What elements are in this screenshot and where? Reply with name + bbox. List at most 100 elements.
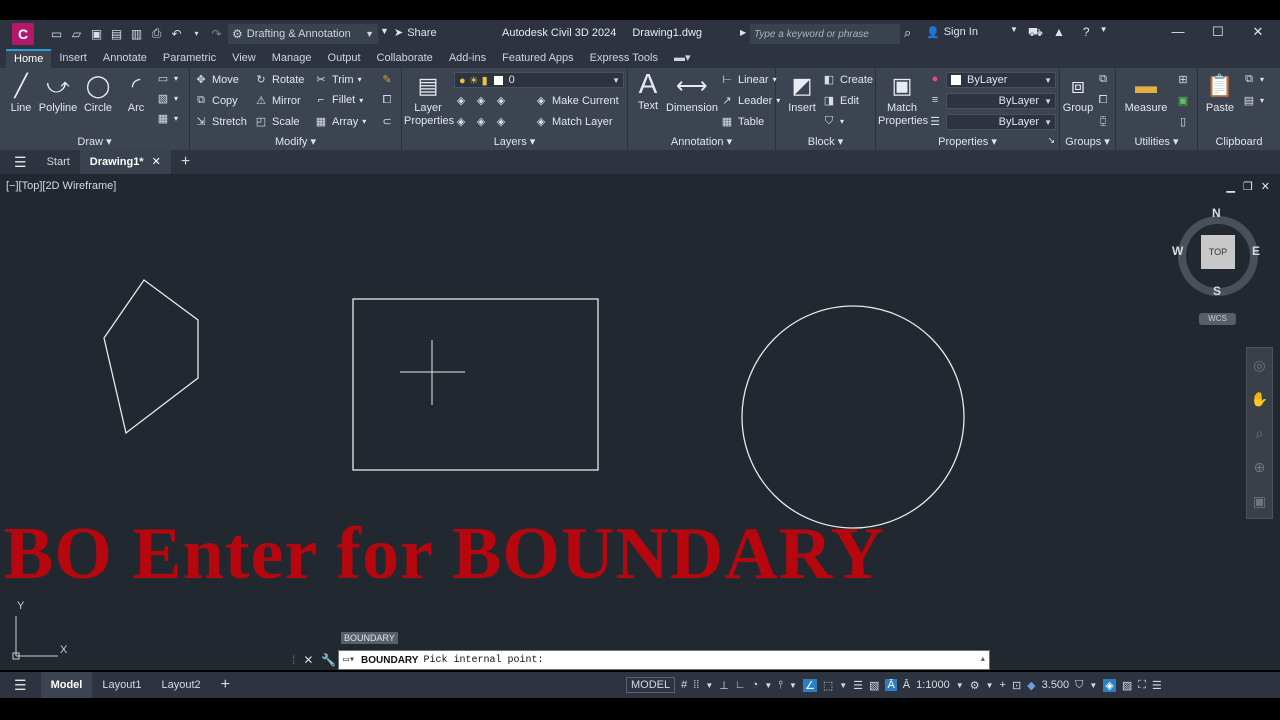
copy-button[interactable]: ⧉ Copy: [194, 94, 238, 107]
text-button[interactable]: A Text: [632, 70, 664, 113]
infer-constraints-icon[interactable]: ⊥: [719, 679, 729, 692]
undo-icon[interactable]: ↶: [168, 25, 185, 42]
linetype-dropdown[interactable]: ByLayer ▼: [946, 114, 1056, 130]
menu-icon[interactable]: ☰: [0, 677, 41, 694]
chevron-down-icon[interactable]: ▼: [1100, 25, 1108, 41]
table-button[interactable]: ▦ Table: [720, 115, 765, 129]
chevron-down-icon[interactable]: ▼: [1089, 681, 1097, 690]
save-as-icon[interactable]: ▤: [108, 25, 125, 42]
model-space-toggle[interactable]: MODEL: [626, 677, 676, 693]
transparency-icon[interactable]: ▧: [869, 679, 879, 692]
make-current-button[interactable]: ◈ Make Current: [534, 94, 619, 108]
gradient-button[interactable]: ▦ ▾: [156, 112, 178, 125]
copy-clip-icon[interactable]: ▤ ▾: [1242, 94, 1264, 107]
tab-annotate[interactable]: Annotate: [95, 49, 155, 68]
polar-icon[interactable]: ◔: [752, 679, 759, 691]
arc-button[interactable]: ◜ Arc: [118, 72, 154, 115]
ortho-icon[interactable]: ∟: [735, 679, 746, 691]
erase-button[interactable]: ✎: [380, 73, 394, 86]
tab-parametric[interactable]: Parametric: [155, 49, 224, 68]
draw-panel-title[interactable]: Draw ▾: [0, 135, 189, 148]
recent-commands-icon[interactable]: ▭▾: [343, 654, 355, 666]
tab-manage[interactable]: Manage: [264, 49, 320, 68]
leader-button[interactable]: ↗ Leader ▾: [720, 94, 780, 108]
group-select-icon[interactable]: ⧮: [1096, 115, 1110, 128]
tab-featured-apps[interactable]: Featured Apps: [494, 49, 582, 68]
command-input[interactable]: ▭▾ BOUNDARY Pick internal point: ▲: [338, 650, 990, 670]
ribbon-toggle-icon[interactable]: ▬▾: [674, 49, 691, 68]
units-icon[interactable]: ⊡: [1012, 679, 1021, 692]
ungroup-icon[interactable]: ⧉: [1096, 73, 1110, 86]
tab-collaborate[interactable]: Collaborate: [369, 49, 441, 68]
color-dropdown[interactable]: ByLayer ▼: [946, 72, 1056, 88]
minimize-icon[interactable]: —: [1170, 24, 1186, 40]
steering-wheel-icon[interactable]: ◎: [1253, 357, 1265, 374]
paste-button[interactable]: 📋 Paste: [1202, 72, 1238, 115]
print-icon[interactable]: ⎙: [148, 25, 165, 42]
tab-home[interactable]: Home: [6, 49, 52, 68]
array-button[interactable]: ▦ Array ▾: [314, 115, 367, 129]
customize-icon[interactable]: ☰: [1152, 679, 1162, 692]
fillet-button[interactable]: ⌐ Fillet ▾: [314, 94, 363, 106]
trim-button[interactable]: ✂ Trim ▾: [314, 73, 361, 87]
match-layer-button[interactable]: ◈ Match Layer: [534, 115, 613, 129]
layer-unlock-icon[interactable]: ◈: [474, 115, 488, 128]
layer-properties-button[interactable]: ▤ Layer Properties: [404, 72, 454, 128]
app-menu-button[interactable]: C: [12, 23, 34, 45]
circle-button[interactable]: ◯ Circle: [80, 72, 116, 115]
measure-button[interactable]: ▬ Measure: [1122, 72, 1170, 115]
grid-icon[interactable]: #: [681, 679, 687, 691]
showmotion-icon[interactable]: ▣: [1253, 493, 1266, 510]
search-icon[interactable]: ⌕: [904, 25, 911, 41]
cut-icon[interactable]: ⧉ ▾: [1242, 73, 1264, 86]
chevron-down-icon[interactable]: ▼: [839, 681, 847, 690]
help-icon[interactable]: ?: [1083, 25, 1090, 41]
tab-output[interactable]: Output: [320, 49, 369, 68]
annotation-scale[interactable]: 1:1000: [916, 679, 950, 691]
isodraft-icon[interactable]: ⫯: [778, 679, 783, 692]
layer-cube-icon[interactable]: ◆: [1027, 679, 1035, 692]
add-layout-button[interactable]: +: [211, 672, 240, 698]
lineweight-dropdown[interactable]: ByLayer ▼: [946, 93, 1056, 109]
layers-panel-title[interactable]: Layers ▾: [402, 135, 627, 148]
tab-drawing1[interactable]: Drawing1* ✕: [79, 150, 171, 174]
annotation-visibility-icon[interactable]: Ā: [885, 679, 897, 691]
groups-panel-title[interactable]: Groups ▾: [1060, 135, 1115, 148]
menu-icon[interactable]: ☰: [14, 154, 27, 171]
mirror-button[interactable]: ⚠ Mirror: [254, 94, 301, 108]
hardware-acceleration-icon[interactable]: ▨: [1122, 679, 1132, 692]
line-button[interactable]: ╱ Line: [4, 72, 38, 115]
layer-off-icon[interactable]: ◈: [454, 94, 468, 107]
add-icon[interactable]: +: [1000, 679, 1006, 691]
polyline-button[interactable]: ⤻ Polyline: [38, 72, 78, 115]
compass-west[interactable]: W: [1172, 244, 1183, 258]
export-icon[interactable]: ▥: [128, 25, 145, 42]
compass-north[interactable]: N: [1212, 206, 1221, 220]
close-icon[interactable]: ✕: [152, 150, 161, 174]
open-file-icon[interactable]: ▱: [68, 25, 85, 42]
compass-south[interactable]: S: [1213, 284, 1221, 298]
layer-dropdown[interactable]: ● ☀ ▮ 0 ▼: [454, 72, 624, 88]
tab-layout1[interactable]: Layout1: [92, 672, 151, 698]
tab-insert[interactable]: Insert: [51, 49, 95, 68]
layer-lock-icon[interactable]: ◈: [454, 115, 468, 128]
layer-on-icon[interactable]: ◈: [494, 115, 508, 128]
stretch-button[interactable]: ⇲ Stretch: [194, 115, 246, 129]
object-snap-icon[interactable]: ⬚: [823, 679, 833, 692]
rectangle-button[interactable]: ▭ ▾: [156, 72, 178, 85]
auto-scale-icon[interactable]: Ā: [903, 679, 910, 691]
linear-button[interactable]: ⊢ Linear ▾: [720, 73, 776, 87]
id-point-icon[interactable]: ▣: [1176, 94, 1190, 107]
save-icon[interactable]: ▣: [88, 25, 105, 42]
calculator-icon[interactable]: ▯: [1176, 115, 1190, 128]
tab-add-ins[interactable]: Add-ins: [441, 49, 494, 68]
hatch-button[interactable]: ▧ ▾: [156, 92, 178, 105]
block-attributes-button[interactable]: ⛉ ▾: [822, 115, 844, 128]
chevron-down-icon[interactable]: ▼: [789, 681, 797, 690]
new-tab-button[interactable]: +: [171, 150, 200, 174]
tab-express-tools[interactable]: Express Tools: [582, 49, 666, 68]
chevron-down-icon[interactable]: ▼: [986, 681, 994, 690]
color-picker-icon[interactable]: ●: [928, 73, 942, 85]
scale-button[interactable]: ◰ Scale: [254, 115, 300, 129]
modify-panel-title[interactable]: Modify ▾: [190, 135, 401, 148]
